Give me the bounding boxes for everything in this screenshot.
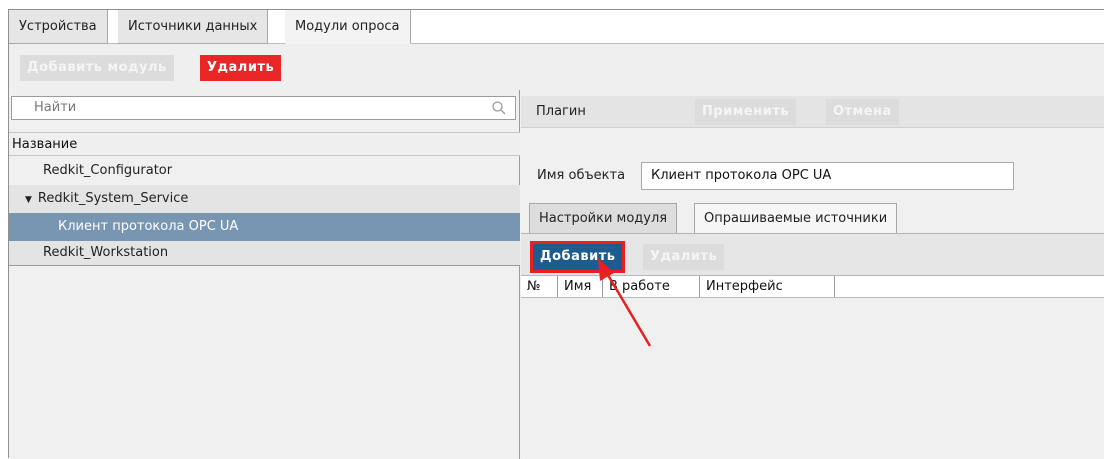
tree-item-configurator[interactable]: Redkit_Configurator xyxy=(9,157,520,185)
tab-module-settings[interactable]: Настройки модуля xyxy=(529,203,678,233)
object-name-field[interactable]: Клиент протокола OPC UA xyxy=(641,162,1014,190)
add-module-button[interactable]: Добавить модуль xyxy=(20,55,174,81)
tree-item-workstation[interactable]: Redkit_Workstation xyxy=(9,241,520,265)
tree-item-label: Клиент протокола OPC UA xyxy=(58,219,239,234)
apply-button[interactable]: Применить xyxy=(695,99,797,125)
object-name-label: Имя объекта xyxy=(537,168,626,183)
tree-item-label: Redkit_Workstation xyxy=(43,245,169,260)
sources-table-header: № Имя В работе Интерфейс xyxy=(521,275,1104,298)
delete-source-button[interactable]: Удалить xyxy=(643,244,725,270)
module-settings-pane: Плагин Применить Отмена Имя объекта Клие… xyxy=(521,90,1104,459)
expand-triangle-icon[interactable]: ▼ xyxy=(25,186,32,214)
tree-column-header[interactable]: Название xyxy=(9,132,520,156)
search-input[interactable]: Найти xyxy=(11,96,516,120)
tab-devices[interactable]: Устройства xyxy=(9,10,108,44)
cancel-button[interactable]: Отмена xyxy=(826,99,899,125)
tree-item-system-service[interactable]: ▼ Redkit_System_Service xyxy=(9,185,520,213)
search-icon[interactable] xyxy=(491,100,507,116)
column-header-number[interactable]: № xyxy=(521,276,558,297)
sources-toolbar: Добавить Удалить xyxy=(521,233,1104,275)
tree-item-label: Redkit_System_Service xyxy=(37,191,189,206)
tree-item-label: Redkit_Configurator xyxy=(43,163,173,178)
module-tree-pane: Найти Название Redkit_Configurator ▼ Redk… xyxy=(9,90,520,459)
divider xyxy=(9,265,520,266)
app-window: Устройства Источники данных Модули опрос… xyxy=(8,9,1104,459)
sources-table-body[interactable] xyxy=(521,298,1104,459)
search-placeholder: Найти xyxy=(34,100,77,115)
plugin-bar: Плагин Применить Отмена xyxy=(521,96,1104,128)
tab-polled-sources[interactable]: Опрашиваемые источники xyxy=(694,203,898,233)
tab-poll-modules[interactable]: Модули опроса xyxy=(285,10,411,44)
column-header-interface[interactable]: Интерфейс xyxy=(700,276,835,297)
delete-module-button[interactable]: Удалить xyxy=(200,55,282,81)
top-tab-bar: Устройства Источники данных Модули опрос… xyxy=(9,10,1104,44)
column-header-name[interactable]: Имя xyxy=(558,276,603,297)
main-toolbar: Добавить модуль Удалить xyxy=(9,44,1104,90)
column-header-active[interactable]: В работе xyxy=(603,276,700,297)
add-source-button[interactable]: Добавить xyxy=(529,241,626,273)
tree-item-opc-ua-client[interactable]: Клиент протокола OPC UA xyxy=(9,213,520,241)
plugin-label: Плагин xyxy=(536,104,586,119)
tab-data-sources[interactable]: Источники данных xyxy=(118,10,269,44)
